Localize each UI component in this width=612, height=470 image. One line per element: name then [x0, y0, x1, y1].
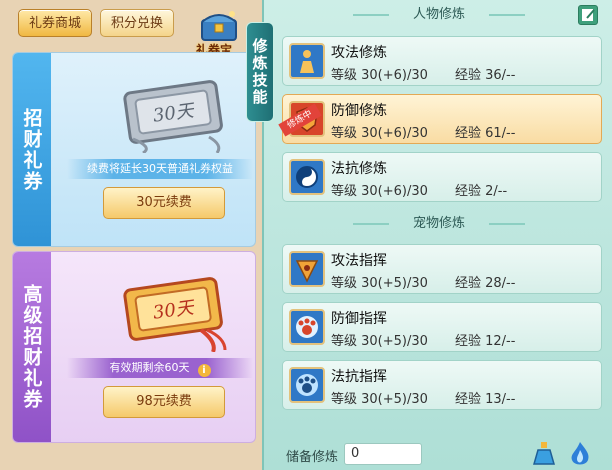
paw-magic-icon [289, 367, 325, 403]
tab-cultivation-skills[interactable]: 修炼技能 [246, 22, 274, 122]
potion-icon[interactable] [530, 440, 558, 468]
card-side-title: 招财礼券 [13, 53, 51, 246]
fortune-coupon-card: 招财礼券 30天 续费将延长30天普通礼券权益 30元续费 [12, 52, 256, 247]
skill-name: 防御修炼 [331, 103, 387, 119]
skill-name: 法抗修炼 [331, 161, 387, 177]
claw-attack-icon [289, 251, 325, 287]
skill-level: 等级 30(+5)/30 [331, 276, 428, 291]
skill-row-pet-magic-resist[interactable]: 法抗指挥 等级 30(+5)/30 经验 13/-- [282, 360, 602, 410]
tab-gift-mall[interactable]: 礼券商城 [18, 9, 93, 37]
coupon-treasure-button[interactable]: 礼券宝 [196, 6, 246, 58]
skill-exp: 经验 13/-- [455, 392, 516, 407]
skill-row-defense[interactable]: 修炼中 防御修炼 等级 30(+6)/30 经验 61/-- [278, 94, 602, 144]
cultivation-panel: 修炼技能 人物修炼 攻法修炼 等级 30(+6)/30 经验 36/-- 修炼中… [246, 0, 612, 470]
skill-level: 等级 30(+6)/30 [331, 68, 428, 83]
skill-exp: 经验 36/-- [455, 68, 516, 83]
skill-level: 等级 30(+6)/30 [331, 126, 428, 141]
section-title-character: 人物修炼 [339, 5, 539, 25]
reserve-bar: 储备修炼 0 [264, 440, 612, 470]
tab-points-exchange[interactable]: 积分兑换 [100, 9, 175, 37]
skill-row-pet-attack[interactable]: 攻法指挥 等级 30(+5)/30 经验 28/-- [282, 244, 602, 294]
skill-row-magic-resist[interactable]: 法抗修炼 等级 30(+6)/30 经验 2/-- [282, 152, 602, 202]
gold-coupon-icon: 30天 [123, 277, 227, 352]
skill-name: 法抗指挥 [331, 369, 387, 385]
skill-exp: 经验 61/-- [455, 126, 516, 141]
section-title-pet: 宠物修炼 [339, 214, 539, 234]
renew-30-button[interactable]: 30元续费 [103, 187, 225, 219]
skill-name: 攻法修炼 [331, 45, 387, 61]
skill-exp: 经验 12/-- [455, 334, 516, 349]
skill-row-attack-magic[interactable]: 攻法修炼 等级 30(+6)/30 经验 36/-- [282, 36, 602, 86]
renew-98-button[interactable]: 98元续费 [103, 386, 225, 418]
warrior-figure-icon [289, 43, 325, 79]
reserve-input[interactable]: 0 [344, 443, 422, 465]
flame-icon[interactable] [566, 440, 594, 468]
info-icon[interactable]: i [197, 364, 211, 377]
card-note: 续费将延长30天普通礼券权益 [67, 159, 253, 179]
taiji-icon [289, 159, 325, 195]
reserve-label: 储备修炼 [286, 450, 339, 465]
gift-coupon-panel: 礼券商城 积分兑换 礼券宝 招财礼券 30天 续费将延长30天普通礼券权益 30… [0, 0, 262, 470]
skill-level: 等级 30(+6)/30 [331, 184, 428, 199]
skill-name: 防御指挥 [331, 311, 387, 327]
card-side-title: 高级招财礼券 [13, 252, 51, 442]
top-tabs: 礼券商城 积分兑换 [18, 9, 175, 37]
card-note: 有效期剩余60天 i [67, 358, 253, 378]
paw-shield-icon [289, 309, 325, 345]
skill-level: 等级 30(+5)/30 [331, 392, 428, 407]
skill-row-pet-defense[interactable]: 防御指挥 等级 30(+5)/30 经验 12/-- [282, 302, 602, 352]
skill-exp: 经验 2/-- [455, 184, 508, 199]
premium-fortune-coupon-card: 高级招财礼券 30天 有效期剩余60天 i 98元续费 [12, 251, 256, 443]
silver-coupon-icon: 30天 [123, 80, 223, 153]
skill-name: 攻法指挥 [331, 253, 387, 269]
skill-exp: 经验 28/-- [455, 276, 516, 291]
skill-level: 等级 30(+5)/30 [331, 334, 428, 349]
edit-icon[interactable] [578, 5, 598, 25]
validity-text: 有效期剩余60天 [109, 361, 190, 374]
treasure-chest-icon [201, 11, 237, 41]
